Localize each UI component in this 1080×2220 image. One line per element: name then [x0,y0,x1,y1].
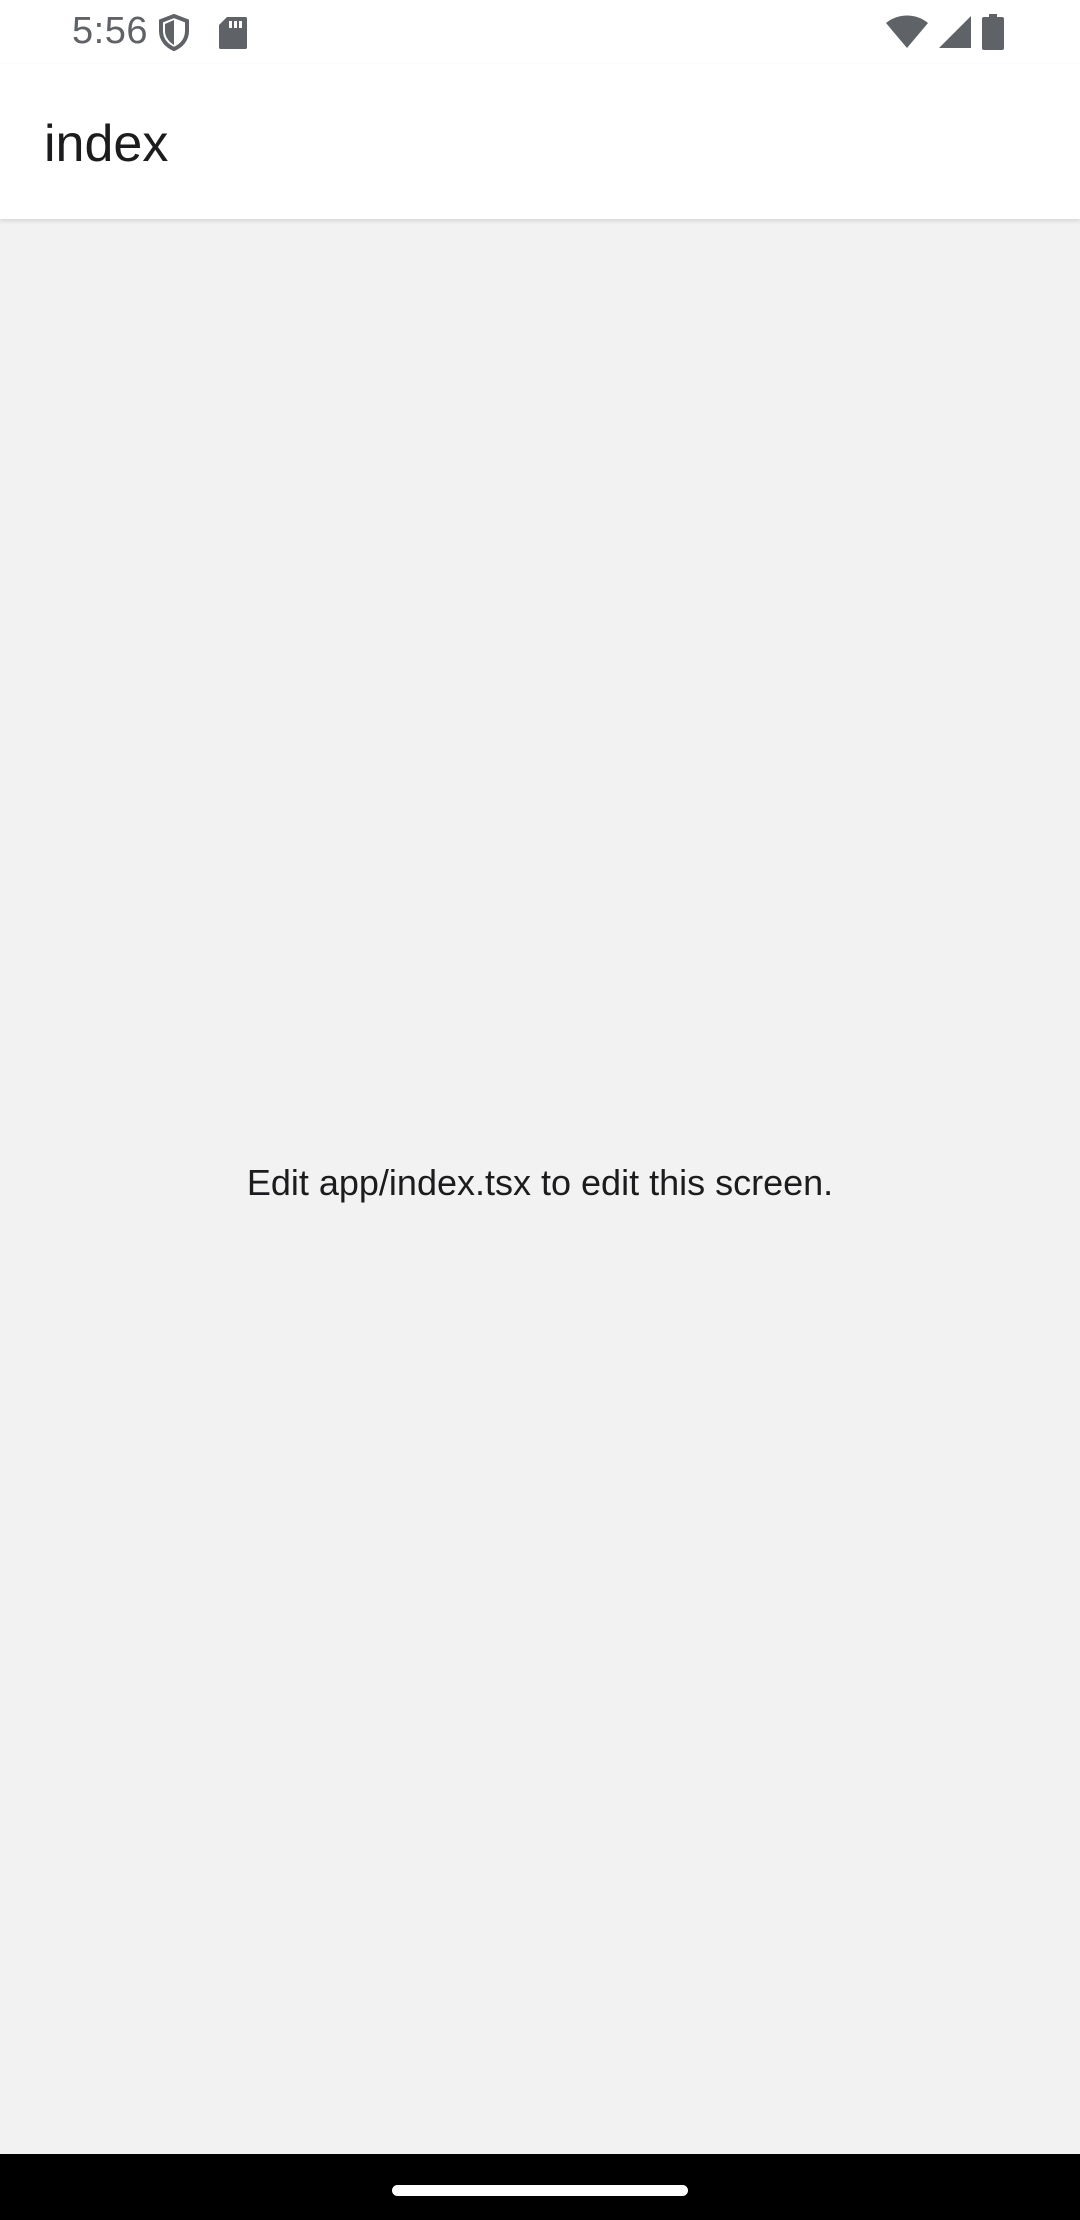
placeholder-message: Edit app/index.tsx to edit this screen. [246,1162,834,1203]
sd-card-icon [218,16,248,55]
shield-icon [158,13,190,57]
main-content: Edit app/index.tsx to edit this screen. [0,220,1080,2154]
app-bar: index [0,64,1080,219]
cellular-signal-icon [938,15,972,54]
navigation-bar [0,2154,1080,2220]
page-title: index [44,115,169,173]
status-bar: 5:56 [0,0,1080,64]
status-left-icons [158,13,248,57]
wifi-icon [886,15,928,54]
battery-icon [982,14,1004,55]
status-time: 5:56 [72,10,148,52]
status-right-icons [886,14,1004,55]
home-gesture-handle[interactable] [392,2185,688,2196]
